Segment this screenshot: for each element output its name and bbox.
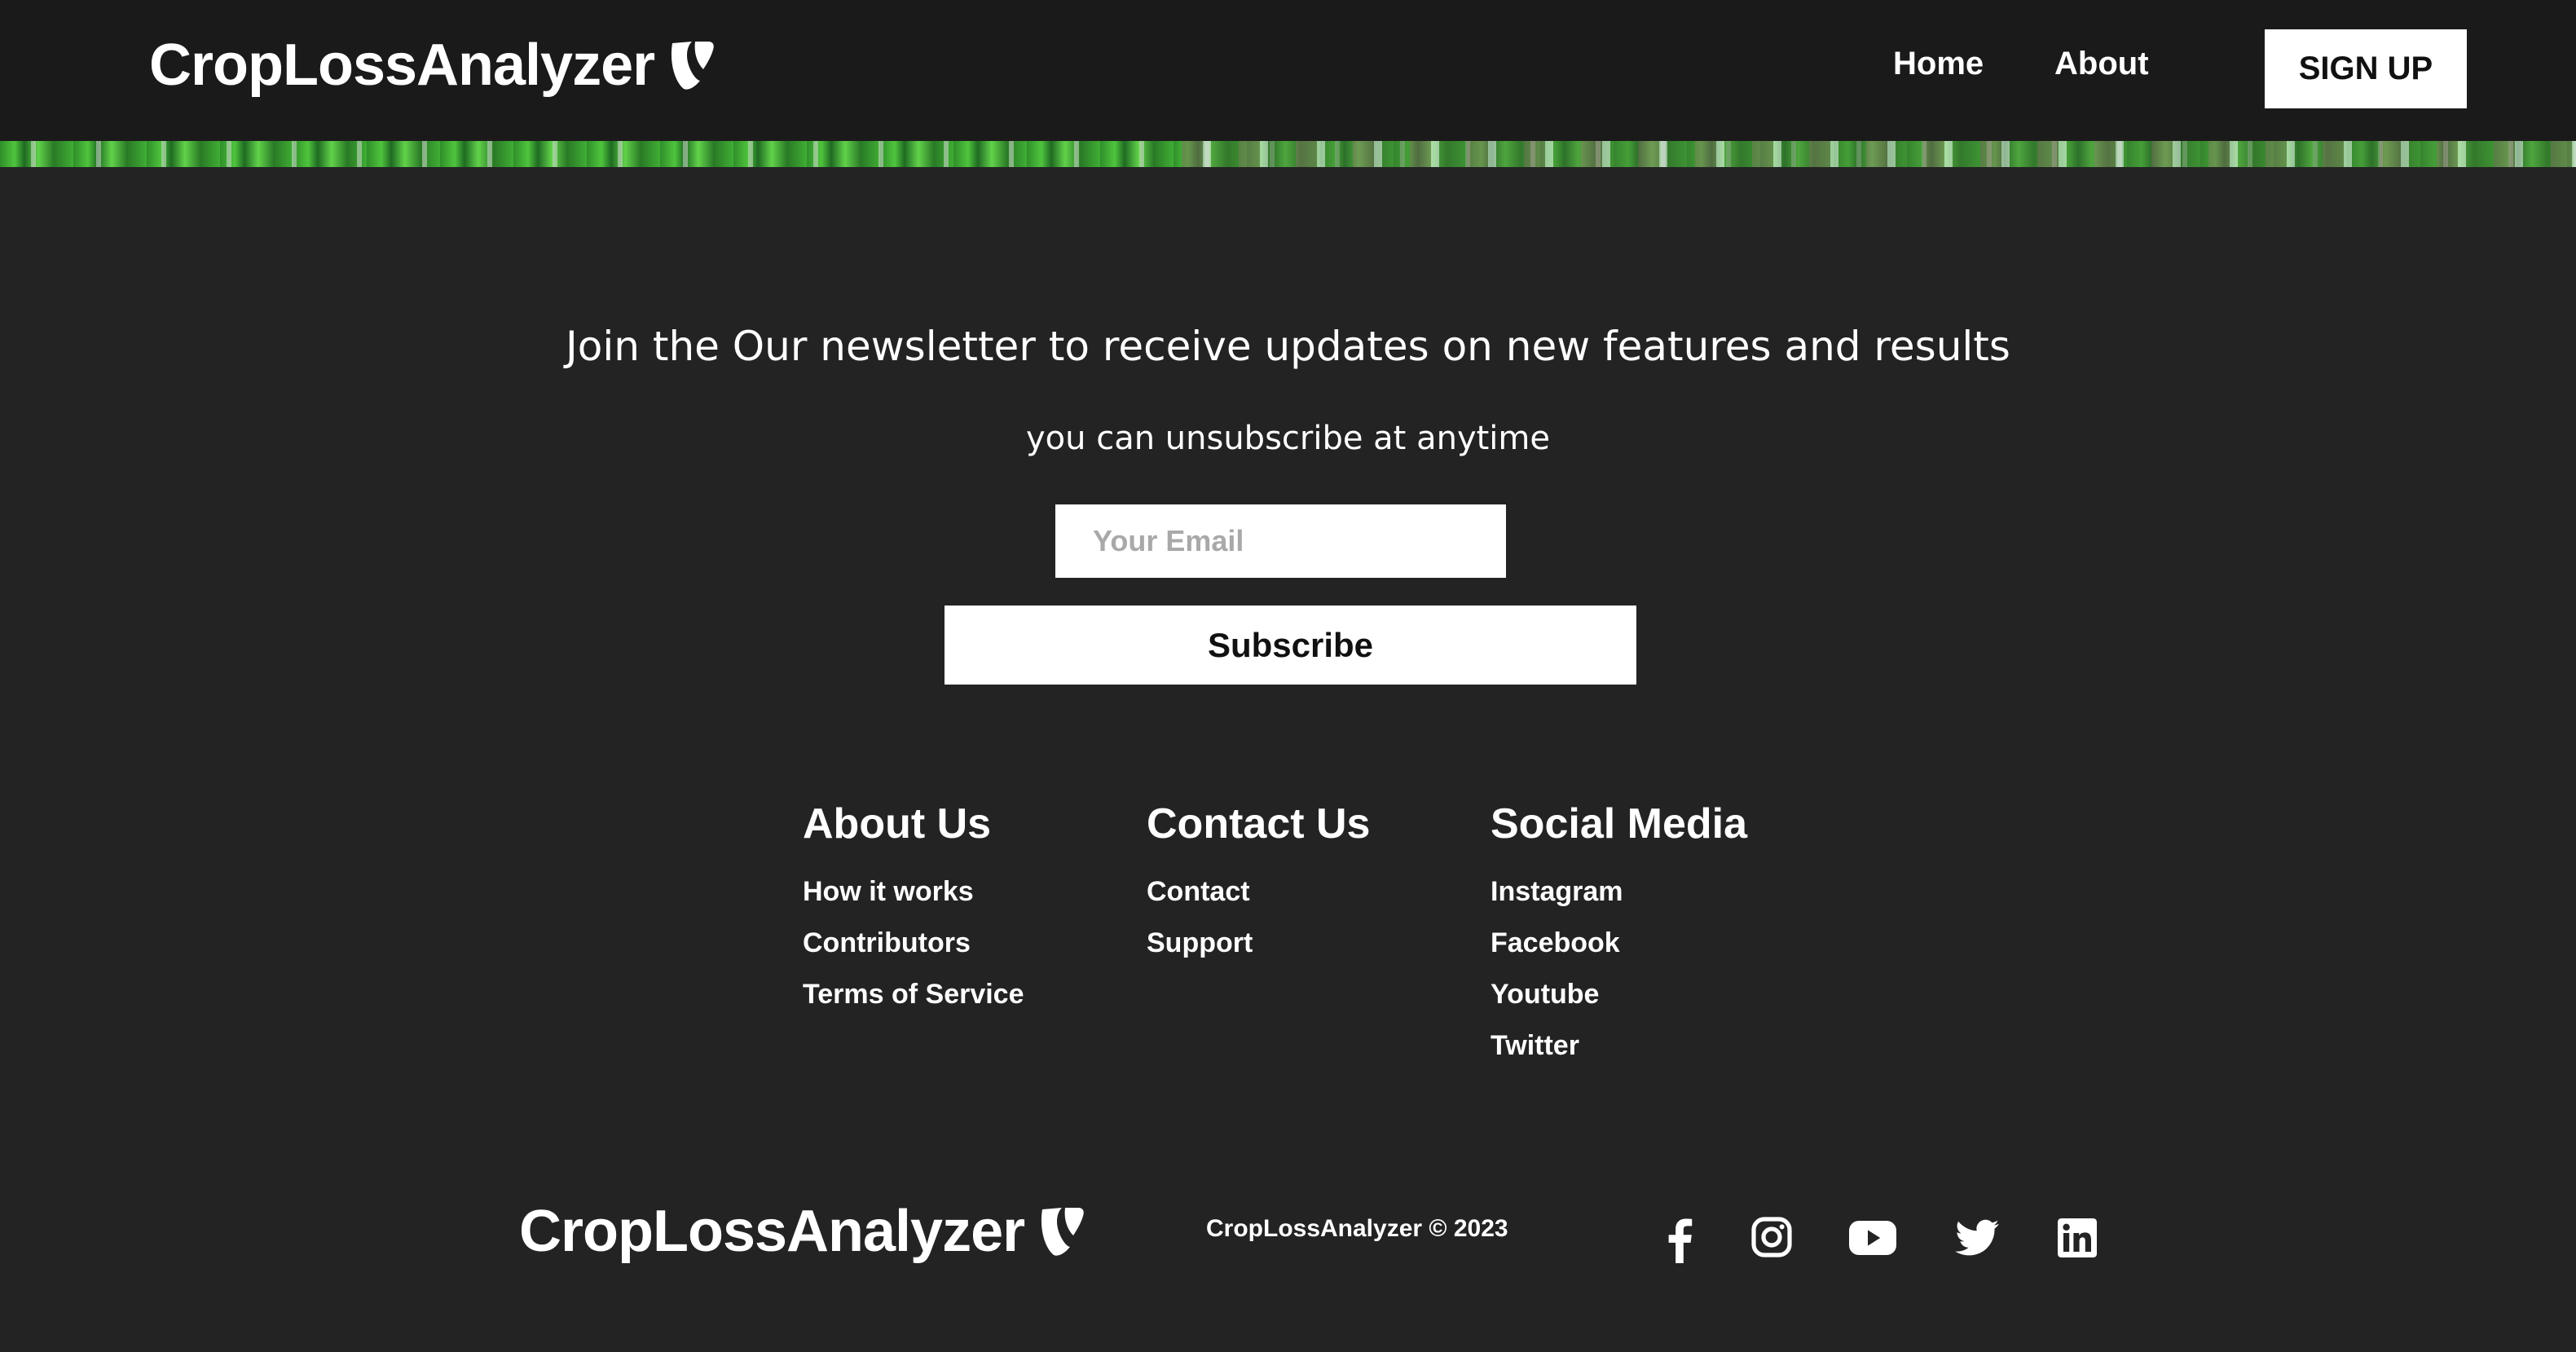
signup-button[interactable]: SIGN UP: [2265, 29, 2467, 108]
footer-brand-name: CropLossAnalyzer: [519, 1199, 1025, 1264]
nav-home-link[interactable]: Home: [1893, 47, 1984, 80]
footer-link-youtube[interactable]: Youtube: [1491, 980, 1747, 1008]
footer-link-twitter[interactable]: Twitter: [1491, 1032, 1747, 1059]
copyright-text: CropLossAnalyzer © 2023: [1206, 1215, 1508, 1242]
footer-link-how-it-works[interactable]: How it works: [803, 878, 1024, 905]
footer-column-social: Social Media Instagram Facebook Youtube …: [1491, 803, 1747, 1083]
footer-link-instagram[interactable]: Instagram: [1491, 878, 1747, 905]
footer-column-about: About Us How it works Contributors Terms…: [803, 803, 1024, 1032]
footer-link-contributors[interactable]: Contributors: [803, 929, 1024, 957]
footer-heading-social: Social Media: [1491, 800, 1747, 848]
typo3-logo-icon: [1037, 1206, 1085, 1257]
typo3-logo-icon: [667, 40, 715, 90]
newsletter-subheading: you can unsubscribe at anytime: [1026, 420, 1550, 457]
navbar: CropLossAnalyzer Home About SIGN UP: [0, 0, 2576, 141]
email-input[interactable]: [1055, 504, 1506, 578]
newsletter-heading: Join the Our newsletter to receive updat…: [566, 323, 2010, 370]
instagram-icon[interactable]: [1750, 1216, 1793, 1258]
nav-about-link[interactable]: About: [2054, 47, 2149, 80]
youtube-icon[interactable]: [1848, 1216, 1897, 1257]
footer-heading-contact: Contact Us: [1147, 800, 1371, 848]
hero-crop-image-strip: [0, 141, 2576, 167]
twitter-icon[interactable]: [1954, 1216, 2000, 1258]
navbar-brand[interactable]: CropLossAnalyzer: [149, 36, 715, 95]
footer-link-support[interactable]: Support: [1147, 929, 1370, 957]
subscribe-button[interactable]: Subscribe: [945, 606, 1636, 685]
footer-brand[interactable]: CropLossAnalyzer: [519, 1202, 1085, 1261]
footer-link-contact[interactable]: Contact: [1147, 878, 1370, 905]
footer-link-terms-of-service[interactable]: Terms of Service: [803, 980, 1024, 1008]
linkedin-icon[interactable]: [2057, 1216, 2098, 1258]
footer-link-facebook[interactable]: Facebook: [1491, 929, 1747, 957]
footer-column-contact: Contact Us Contact Support: [1147, 803, 1370, 980]
facebook-icon[interactable]: [1661, 1216, 1697, 1263]
footer-heading-about: About Us: [803, 800, 992, 848]
brand-name: CropLossAnalyzer: [149, 33, 655, 98]
